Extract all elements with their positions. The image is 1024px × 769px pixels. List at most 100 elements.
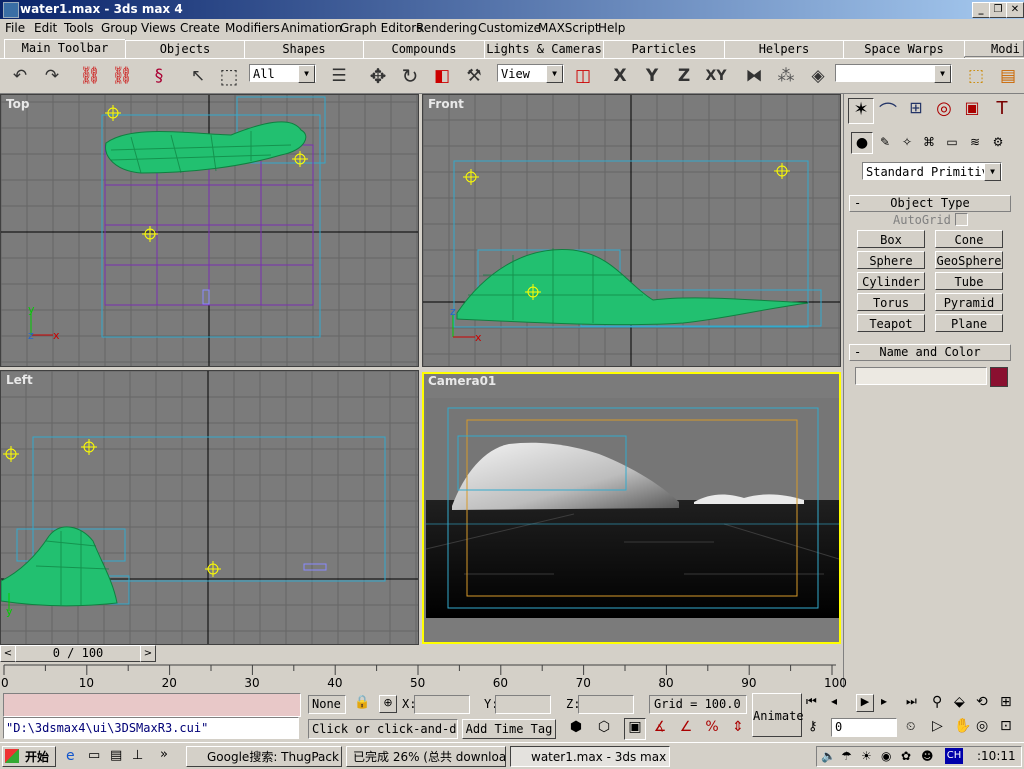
tab-objects[interactable]: Objects bbox=[125, 40, 245, 59]
menu-group[interactable]: Group bbox=[101, 21, 138, 35]
maxscript-listener-pink[interactable] bbox=[3, 693, 301, 717]
degradation-override-icon[interactable]: ▣ bbox=[624, 718, 646, 740]
viewport-label-top[interactable]: Top bbox=[6, 97, 29, 111]
redo-icon[interactable]: ↷ bbox=[40, 64, 64, 88]
lock-icon[interactable]: 🔒 bbox=[354, 695, 370, 710]
zoom-extents-all-icon[interactable]: ⊞ bbox=[1000, 694, 1012, 710]
tray-app-icon[interactable]: ☀ bbox=[861, 749, 872, 763]
orbit-icon[interactable]: ◎ bbox=[976, 718, 988, 734]
maximize-viewport-icon[interactable]: ⊡ bbox=[1000, 718, 1012, 734]
menu-customize[interactable]: Customize bbox=[478, 21, 541, 35]
percent-snap-icon[interactable]: % bbox=[702, 719, 722, 739]
menu-create[interactable]: Create bbox=[180, 21, 220, 35]
y-coordinate-field[interactable] bbox=[495, 695, 551, 714]
viewport-camera[interactable]: Camera01 bbox=[422, 372, 841, 644]
manipulate-icon[interactable]: ⚒ bbox=[462, 64, 486, 88]
chevron-left-icon[interactable]: < bbox=[0, 645, 16, 662]
lights-icon[interactable]: ✧ bbox=[897, 132, 917, 152]
zoom-icon[interactable]: ⚲ bbox=[932, 694, 942, 710]
tab-main-toolbar[interactable]: Main Toolbar bbox=[4, 39, 126, 58]
select-object-icon[interactable]: ↖ bbox=[186, 64, 210, 88]
chevron-right-icon[interactable]: > bbox=[140, 645, 156, 662]
animate-button[interactable]: Animate bbox=[752, 693, 804, 737]
pivot-center-icon[interactable]: ◫ bbox=[571, 64, 595, 88]
time-slider[interactable]: < 0 / 100 > bbox=[0, 645, 843, 662]
go-to-start-icon[interactable]: ⏮ bbox=[806, 694, 817, 709]
tab-lights-cameras[interactable]: Lights & Cameras bbox=[484, 40, 604, 59]
cameras-icon[interactable]: ⌘ bbox=[919, 132, 939, 152]
x-coordinate-field[interactable] bbox=[414, 695, 470, 714]
pyramid-button[interactable]: Pyramid bbox=[935, 293, 1003, 311]
helpers-icon[interactable]: ▭ bbox=[942, 132, 962, 152]
tab-compounds[interactable]: Compounds bbox=[363, 40, 485, 59]
current-frame-field[interactable]: 0 bbox=[831, 718, 897, 737]
tray-app-icon[interactable]: ☂ bbox=[841, 749, 852, 763]
close-button[interactable]: ✕ bbox=[1006, 2, 1024, 18]
utilities-tab-icon[interactable]: T bbox=[990, 98, 1014, 122]
window-crossing-icon[interactable]: ⬡ bbox=[594, 719, 614, 739]
tube-button[interactable]: Tube bbox=[935, 272, 1003, 290]
viewport-front[interactable]: z x Front bbox=[422, 94, 841, 367]
create-tab-icon[interactable]: ✶ bbox=[848, 98, 874, 124]
field-of-view-icon[interactable]: ▷ bbox=[932, 718, 943, 734]
tab-particles[interactable]: Particles bbox=[603, 40, 725, 59]
viewport-label-front[interactable]: Front bbox=[428, 97, 464, 111]
systems-icon[interactable]: ⚙ bbox=[988, 132, 1008, 152]
display-tab-icon[interactable]: ▣ bbox=[960, 98, 984, 122]
ie-icon[interactable]: e bbox=[66, 748, 75, 764]
teapot-button[interactable]: Teapot bbox=[857, 314, 925, 332]
folder-icon[interactable]: ▤ bbox=[110, 748, 122, 763]
play-icon[interactable]: ▶ bbox=[856, 694, 874, 712]
tab-modifiers[interactable]: Modi bbox=[964, 40, 1024, 57]
add-time-tag-button[interactable]: Add Time Tag bbox=[462, 719, 556, 739]
object-color-swatch[interactable] bbox=[990, 367, 1008, 387]
spinner-snap-icon[interactable]: ⇕ bbox=[728, 719, 748, 739]
maximize-button[interactable]: ❐ bbox=[989, 2, 1007, 18]
layer-manager-icon[interactable]: ▤ bbox=[996, 64, 1020, 88]
selection-filter-dropdown[interactable]: All ▼ bbox=[249, 64, 316, 83]
tray-app-icon[interactable]: ◉ bbox=[881, 749, 891, 763]
geometry-icon[interactable]: ● bbox=[851, 132, 873, 154]
menu-help[interactable]: Help bbox=[598, 21, 625, 35]
menu-graph-editors[interactable]: Graph Editors bbox=[340, 21, 422, 35]
tray-app-icon[interactable]: ☻ bbox=[921, 749, 934, 763]
menu-views[interactable]: Views bbox=[141, 21, 176, 35]
chevron-double-right-icon[interactable]: » bbox=[160, 747, 168, 762]
sphere-button[interactable]: Sphere bbox=[857, 251, 925, 269]
go-to-end-icon[interactable]: ⏭ bbox=[906, 694, 917, 709]
axis-x-button[interactable]: X bbox=[608, 64, 632, 88]
time-configuration-icon[interactable]: ⏲ bbox=[906, 719, 915, 734]
snap-toggle-icon[interactable]: ∡ bbox=[650, 719, 670, 739]
move-icon[interactable]: ✥ bbox=[366, 64, 390, 88]
task-3dsmax[interactable]: water1.max - 3ds max 4 bbox=[510, 746, 670, 767]
scale-icon[interactable]: ◧ bbox=[430, 64, 454, 88]
viewport-label-camera[interactable]: Camera01 bbox=[428, 374, 496, 388]
ime-indicator[interactable]: CH bbox=[945, 748, 963, 764]
shapes-icon[interactable]: ✎ bbox=[875, 132, 895, 152]
plane-button[interactable]: Plane bbox=[935, 314, 1003, 332]
unlink-icon[interactable]: ⛓ bbox=[110, 64, 134, 88]
pan-icon[interactable]: ✋ bbox=[954, 718, 971, 734]
space-warps-icon[interactable]: ≋ bbox=[965, 132, 985, 152]
quicklaunch-icon[interactable]: ⊥ bbox=[132, 748, 143, 763]
box-button[interactable]: Box bbox=[857, 230, 925, 248]
rotate-icon[interactable]: ↻ bbox=[398, 64, 422, 88]
viewport-label-left[interactable]: Left bbox=[6, 373, 33, 387]
select-by-name-icon[interactable]: ☰ bbox=[327, 64, 351, 88]
menu-rendering[interactable]: Rendering bbox=[416, 21, 477, 35]
motion-tab-icon[interactable]: ◎ bbox=[932, 98, 956, 122]
undo-icon[interactable]: ↶ bbox=[8, 64, 32, 88]
viewport-left[interactable]: y Left bbox=[0, 370, 419, 645]
zoom-all-icon[interactable]: ⬙ bbox=[954, 694, 965, 710]
track-bar[interactable]: 0 10 20 30 40 50 60 70 80 90 100 bbox=[0, 663, 847, 691]
menu-animation[interactable]: Animation bbox=[281, 21, 342, 35]
next-frame-icon[interactable]: ▸ bbox=[881, 694, 887, 708]
modify-tab-icon[interactable]: ⌒ bbox=[876, 98, 900, 123]
mirror-icon[interactable]: ⧓ bbox=[742, 64, 766, 88]
tab-shapes[interactable]: Shapes bbox=[244, 40, 364, 59]
maxscript-line[interactable]: "D:\3dsmax4\ui\3DSMaxR3.cui" bbox=[3, 717, 299, 739]
task-google[interactable]: Google搜索: ThugPack V... bbox=[186, 746, 342, 767]
named-selection-sets-icon[interactable]: ⬚ bbox=[964, 64, 988, 88]
angle-snap-icon[interactable]: ∠ bbox=[676, 719, 696, 739]
tab-space-warps[interactable]: Space Warps bbox=[843, 40, 965, 59]
